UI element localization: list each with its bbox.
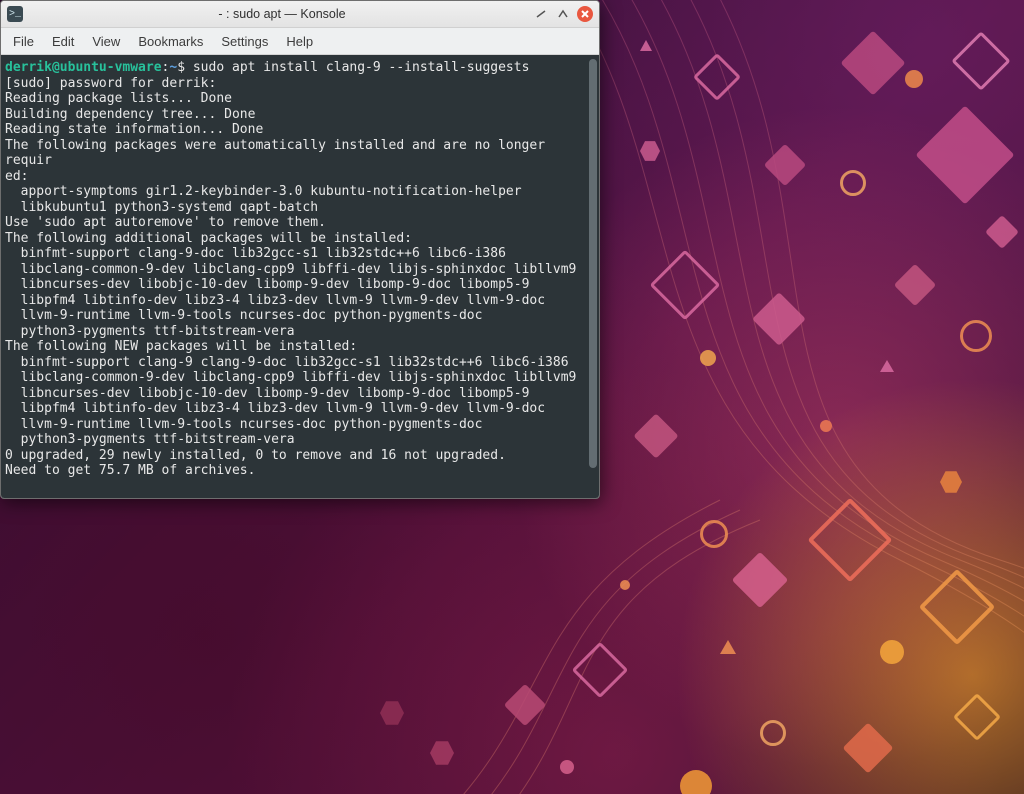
maximize-button[interactable]	[555, 6, 571, 22]
terminal-line: libclang-common-9-dev libclang-cpp9 libf…	[5, 370, 593, 386]
terminal-line: python3-pygments ttf-bitstream-vera	[5, 324, 593, 340]
terminal-line: llvm-9-runtime llvm-9-tools ncurses-doc …	[5, 308, 593, 324]
desktop-wallpaper: >_ - : sudo apt — Konsole File Edit View…	[0, 0, 1024, 794]
menu-view[interactable]: View	[92, 34, 120, 49]
terminal-line: libncurses-dev libobjc-10-dev libomp-9-d…	[5, 386, 593, 402]
menu-edit[interactable]: Edit	[52, 34, 74, 49]
terminal-line: libclang-common-9-dev libclang-cpp9 libf…	[5, 262, 593, 278]
terminal-line: The following NEW packages will be insta…	[5, 339, 593, 355]
konsole-window: >_ - : sudo apt — Konsole File Edit View…	[0, 0, 600, 499]
menu-help[interactable]: Help	[286, 34, 313, 49]
menu-bookmarks[interactable]: Bookmarks	[138, 34, 203, 49]
window-title: - : sudo apt — Konsole	[31, 7, 533, 21]
terminal-line: libkubuntu1 python3-systemd qapt-batch	[5, 200, 593, 216]
window-controls	[533, 6, 593, 22]
terminal-line: libpfm4 libtinfo-dev libz3-4 libz3-dev l…	[5, 293, 593, 309]
terminal-line: ed:	[5, 169, 593, 185]
terminal-line: Reading package lists... Done	[5, 91, 593, 107]
terminal-scrollbar[interactable]	[589, 59, 597, 494]
minimize-icon	[535, 8, 547, 20]
maximize-icon	[557, 8, 569, 20]
terminal-line: apport-symptoms gir1.2-keybinder-3.0 kub…	[5, 184, 593, 200]
prompt-line: derrik@ubuntu-vmware:~$ sudo apt install…	[5, 60, 593, 76]
terminal-line: libpfm4 libtinfo-dev libz3-4 libz3-dev l…	[5, 401, 593, 417]
terminal-line: Use 'sudo apt autoremove' to remove them…	[5, 215, 593, 231]
scrollbar-thumb[interactable]	[589, 59, 597, 468]
menu-file[interactable]: File	[13, 34, 34, 49]
terminal-line: binfmt-support clang-9 clang-9-doc lib32…	[5, 355, 593, 371]
menubar: File Edit View Bookmarks Settings Help	[1, 28, 599, 55]
minimize-button[interactable]	[533, 6, 549, 22]
terminal-line: The following additional packages will b…	[5, 231, 593, 247]
terminal-line: libncurses-dev libobjc-10-dev libomp-9-d…	[5, 277, 593, 293]
terminal-line: python3-pygments ttf-bitstream-vera	[5, 432, 593, 448]
terminal-line: Need to get 75.7 MB of archives.	[5, 463, 593, 479]
close-icon	[581, 10, 589, 18]
terminal-line: Reading state information... Done	[5, 122, 593, 138]
menu-settings[interactable]: Settings	[221, 34, 268, 49]
close-button[interactable]	[577, 6, 593, 22]
terminal-line: 0 upgraded, 29 newly installed, 0 to rem…	[5, 448, 593, 464]
titlebar[interactable]: >_ - : sudo apt — Konsole	[1, 1, 599, 28]
konsole-app-icon: >_	[7, 6, 23, 22]
terminal-output[interactable]: derrik@ubuntu-vmware:~$ sudo apt install…	[1, 55, 599, 498]
terminal-line: Building dependency tree... Done	[5, 107, 593, 123]
terminal-line: binfmt-support clang-9-doc lib32gcc-s1 l…	[5, 246, 593, 262]
terminal-line: llvm-9-runtime llvm-9-tools ncurses-doc …	[5, 417, 593, 433]
terminal-area[interactable]: derrik@ubuntu-vmware:~$ sudo apt install…	[1, 55, 599, 498]
terminal-line: The following packages were automaticall…	[5, 138, 593, 169]
terminal-line: [sudo] password for derrik:	[5, 76, 593, 92]
